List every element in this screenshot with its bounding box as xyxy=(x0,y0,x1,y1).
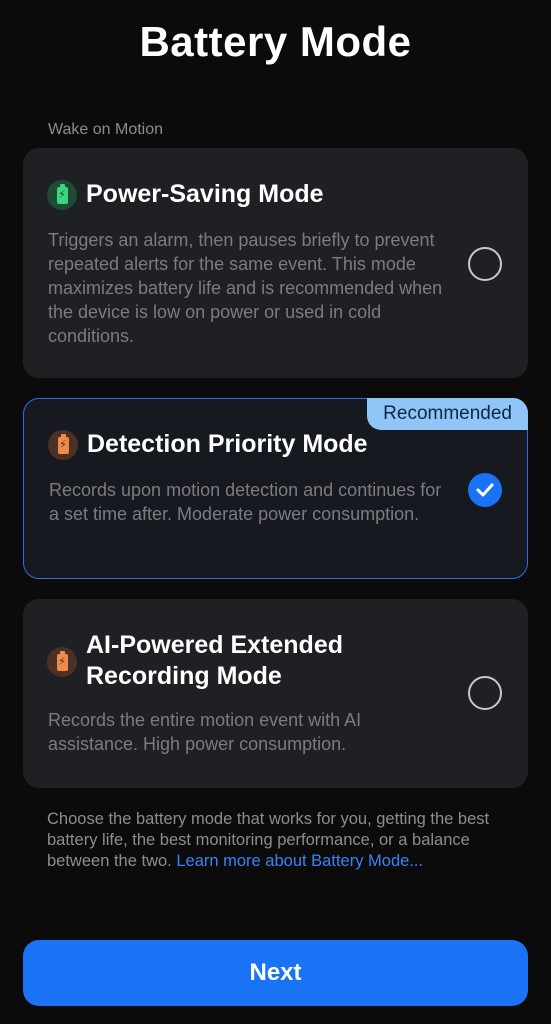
check-icon xyxy=(476,483,494,497)
radio-button-checked[interactable] xyxy=(468,473,502,507)
battery-icon: ⚡ xyxy=(48,430,78,460)
mode-title: Detection Priority Mode xyxy=(87,430,368,458)
mode-card-ai-extended[interactable]: ⚡ AI-Powered Extended Recording Mode Rec… xyxy=(23,599,528,788)
radio-button[interactable] xyxy=(468,247,502,281)
battery-icon: ⚡ xyxy=(47,180,77,210)
learn-more-link[interactable]: Learn more about Battery Mode... xyxy=(176,852,423,870)
mode-title: AI-Powered Extended Recording Mode xyxy=(86,631,343,690)
page-title: Battery Mode xyxy=(139,18,412,65)
mode-description: Triggers an alarm, then pauses briefly t… xyxy=(48,230,443,346)
next-button[interactable]: Next xyxy=(23,940,528,1006)
mode-card-detection-priority[interactable]: Recommended ⚡ Detection Priority Mode Re… xyxy=(23,398,528,579)
mode-card-power-saving[interactable]: ⚡ Power-Saving Mode Triggers an alarm, t… xyxy=(23,148,528,378)
recommended-badge: Recommended xyxy=(367,398,528,430)
battery-icon: ⚡ xyxy=(47,647,77,677)
mode-description: Records upon motion detection and contin… xyxy=(49,480,442,524)
battery-mode-screen: Battery Mode Wake on Motion ⚡ Power-Savi… xyxy=(0,0,551,1024)
section-label: Wake on Motion xyxy=(48,121,164,138)
mode-title: Power-Saving Mode xyxy=(86,180,324,208)
mode-description: Records the entire motion event with AI … xyxy=(48,710,362,754)
footer-info: Choose the battery mode that works for y… xyxy=(47,809,512,872)
radio-button[interactable] xyxy=(468,676,502,710)
